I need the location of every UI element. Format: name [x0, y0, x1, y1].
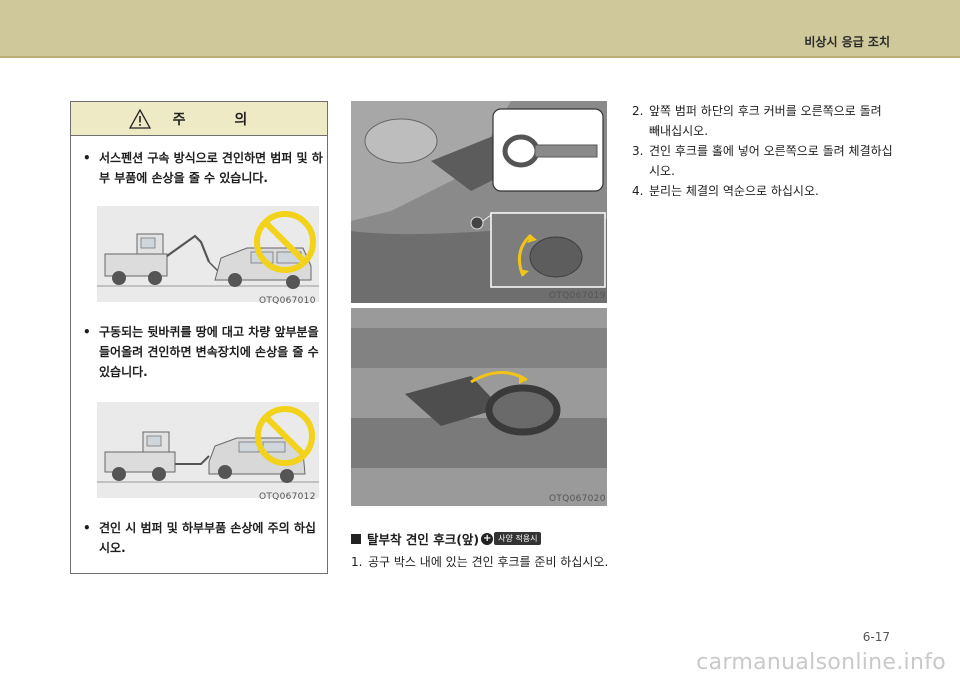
step-number: 1.	[351, 555, 363, 569]
tow-hook-heading: 탈부착 견인 후크(앞) + 사양 적용시	[351, 529, 542, 548]
figure-code: OTQ067010	[259, 296, 316, 306]
caution-bullet-text: 구동되는 뒷바퀴를 땅에 대고 차량 앞부분을 들어올려 견인하면 변속장치에 …	[99, 325, 319, 379]
bullet-dot: •	[83, 521, 91, 535]
bullet-dot: •	[83, 325, 91, 339]
caution-bullet-text: 서스펜션 구속 방식으로 견인하면 범퍼 및 하부 부품에 손상을 줄 수 있습…	[99, 151, 323, 185]
page-number: 6-17	[862, 630, 890, 644]
option-badge: + 사양 적용시	[481, 532, 542, 545]
photo-code: OTQ067020	[549, 494, 606, 504]
tow-illustration-rear-wheels	[97, 402, 319, 498]
step-text: 공구 박스 내에 있는 견인 후크를 준비 하십시오.	[368, 555, 609, 569]
warning-triangle-icon	[128, 108, 151, 129]
figure-code: OTQ067012	[259, 492, 316, 502]
heading-square-icon	[351, 533, 361, 544]
step-1: 1. 공구 박스 내에 있는 견인 후크를 준비 하십시오.	[351, 552, 611, 572]
photo-code: OTQ067019	[549, 291, 606, 301]
tow-hook-installed-photo	[351, 308, 607, 506]
step-text: 앞쪽 범퍼 하단의 후크 커버를 오른쪽으로 돌려 빼내십시오.	[649, 104, 882, 138]
tow-truck-suspension-drawing	[97, 206, 319, 302]
plus-icon: +	[481, 532, 494, 545]
step-number: 2.	[632, 104, 644, 118]
step-4: 4. 분리는 체결의 역순으로 하십시오.	[632, 181, 894, 201]
header-divider	[0, 56, 960, 58]
caution-bullet-3: • 견인 시 범퍼 및 하부부품 손상에 주의 하십시오.	[83, 518, 323, 558]
caution-box: 주 의 • 서스펜션 구속 방식으로 견인하면 범퍼 및 하부 부품에 손상을 …	[70, 101, 328, 574]
step-2: 2. 앞쪽 범퍼 하단의 후크 커버를 오른쪽으로 돌려 빼내십시오.	[632, 101, 894, 141]
step-number: 4.	[632, 184, 644, 198]
tow-truck-rear-wheels-drawing	[97, 402, 319, 498]
caution-bullet-text: 견인 시 범퍼 및 하부부품 손상에 주의 하십시오.	[99, 521, 316, 555]
photo-tow-hook-installed	[351, 308, 607, 506]
caution-bullet-1: • 서스펜션 구속 방식으로 견인하면 범퍼 및 하부 부품에 손상을 줄 수 …	[83, 148, 323, 188]
caution-header: 주 의	[71, 102, 327, 136]
step-number: 3.	[632, 144, 644, 158]
photo-front-bumper	[351, 101, 607, 303]
watermark: carmanualsonline.info	[696, 650, 946, 675]
step-3: 3. 견인 후크를 홀에 넣어 오른쪽으로 돌려 체결하십시오.	[632, 141, 894, 181]
option-badge-label: 사양 적용시	[494, 532, 542, 545]
step-text: 분리는 체결의 역순으로 하십시오.	[649, 184, 819, 198]
step-text: 견인 후크를 홀에 넣어 오른쪽으로 돌려 체결하십시오.	[649, 144, 893, 178]
heading-text: 탈부착 견인 후크(앞)	[367, 532, 480, 547]
tow-illustration-suspension	[97, 206, 319, 302]
caution-title: 주 의	[172, 111, 270, 128]
front-bumper-photo	[351, 101, 607, 303]
section-title: 비상시 응급 조치	[804, 35, 890, 49]
caution-bullet-2: • 구동되는 뒷바퀴를 땅에 대고 차량 앞부분을 들어올려 견인하면 변속장치…	[83, 322, 323, 382]
bullet-dot: •	[83, 151, 91, 165]
